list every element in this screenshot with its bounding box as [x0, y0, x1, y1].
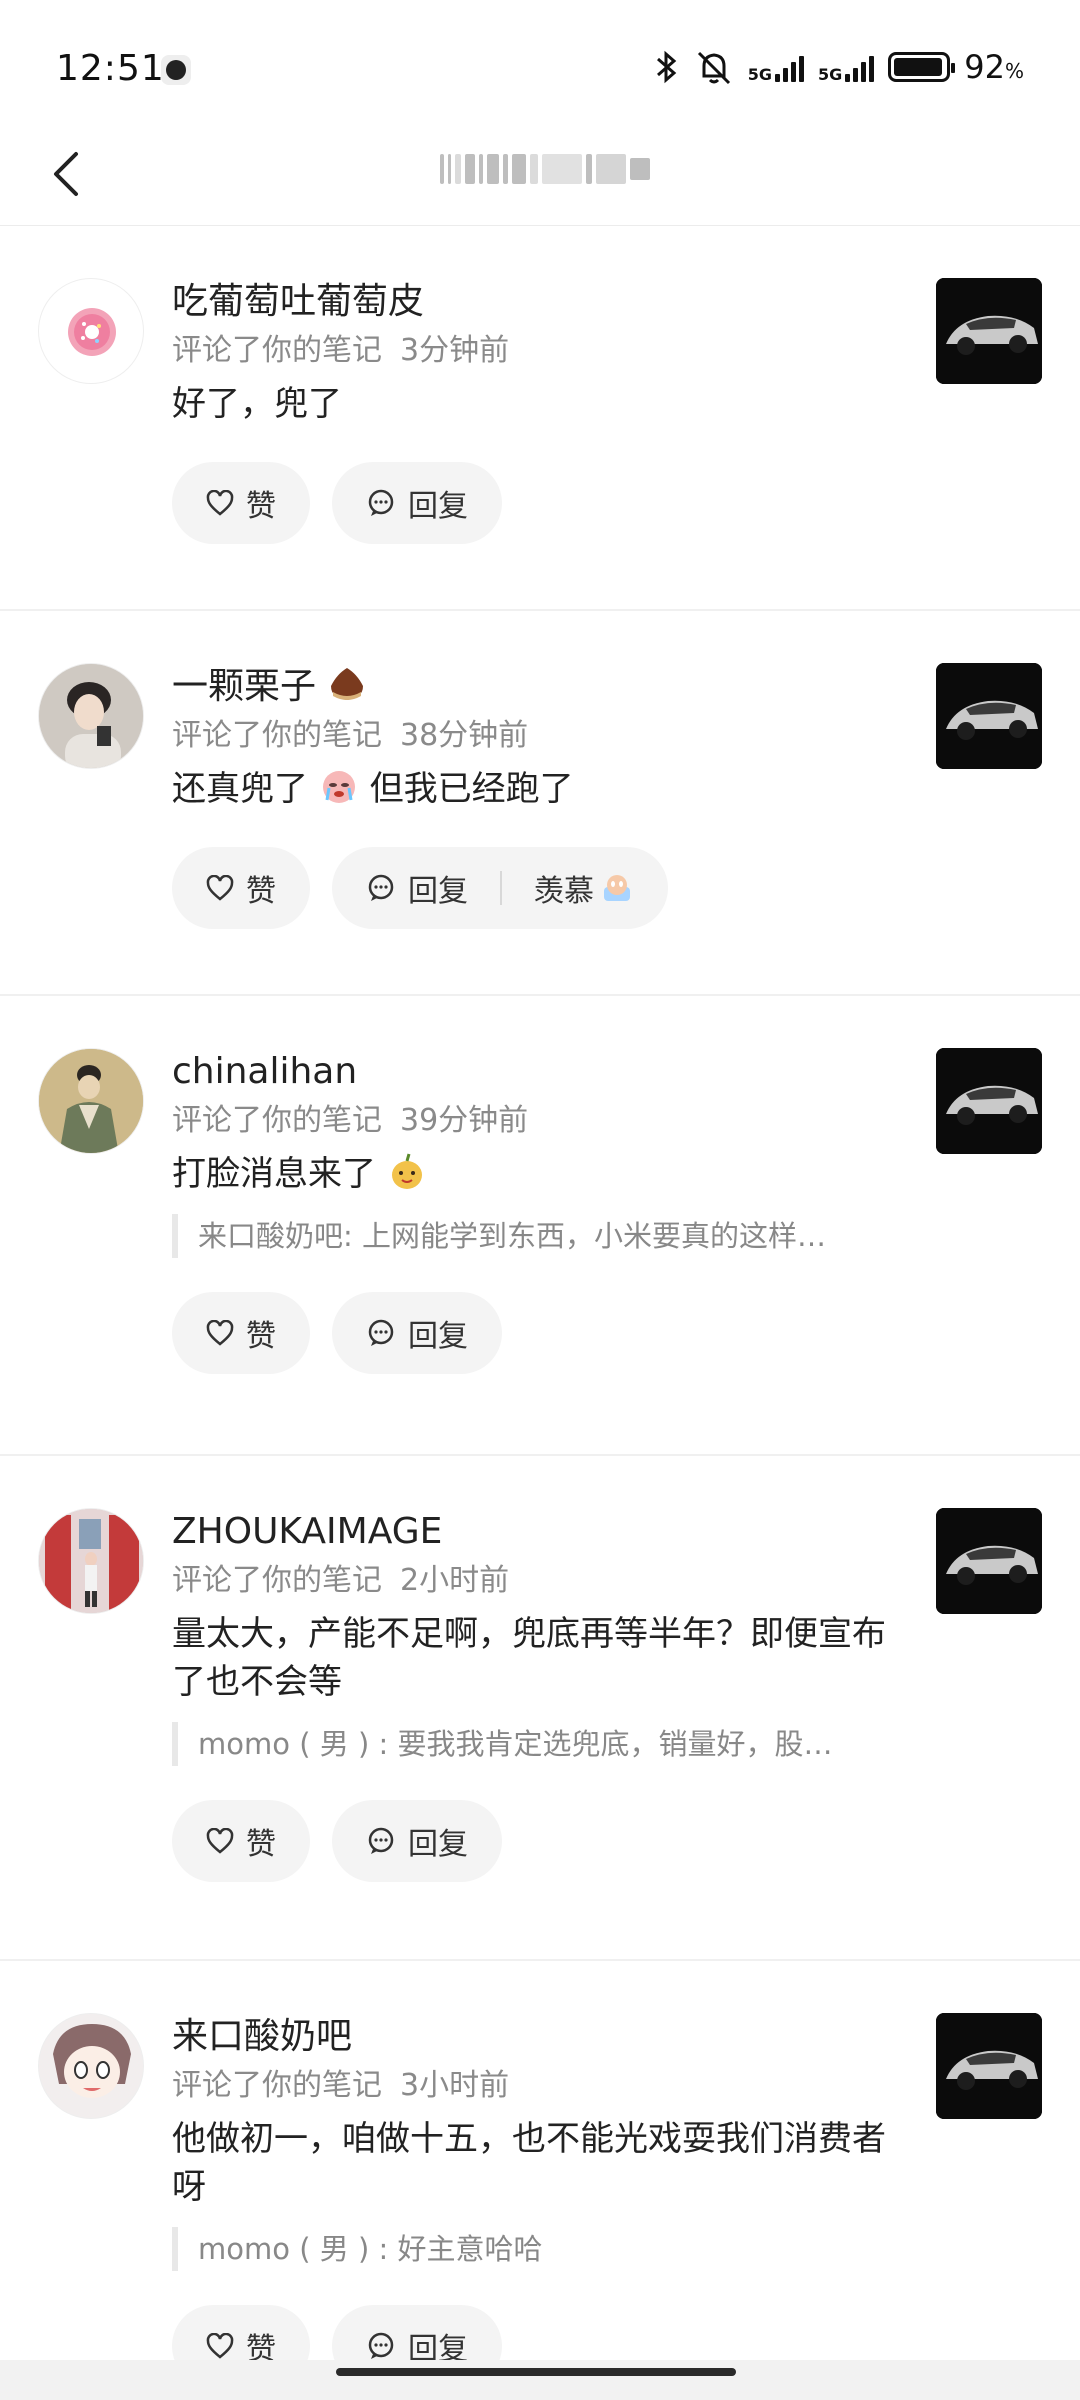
timestamp: 2小时前 [400, 1563, 510, 1598]
status-icons: 5G 5G 92% [654, 46, 1024, 88]
envy-button[interactable]: 羡慕 [534, 866, 634, 910]
like-button[interactable]: 赞 [172, 462, 310, 544]
envy-emoji-icon [604, 875, 630, 901]
timestamp: 3小时前 [400, 2068, 510, 2103]
chestnut-emoji-icon [331, 668, 364, 700]
meta-line: 评论了你的笔记 2小时前 [172, 1563, 510, 1598]
comment-text: 他做初一，咱做十五，也不能光戏耍我们消费者呀 [172, 2119, 886, 2207]
list-item[interactable]: ZHOUKAIMAGE 评论了你的笔记 2小时前 量太大，产能不足啊，兜底再等半年… [0, 1456, 1080, 1961]
status-time: 12:51 [56, 48, 165, 89]
comment-text: 还真兜了 但我已经跑了 [172, 765, 910, 813]
mute-bell-icon [697, 51, 730, 85]
chat-bubble-icon [368, 1827, 394, 1854]
signal-1: 5G [747, 52, 804, 84]
battery-icon [888, 52, 956, 82]
chat-bubble-icon [368, 489, 394, 516]
signal-2: 5G [818, 52, 875, 84]
like-button[interactable]: 赞 [172, 847, 310, 929]
heart-icon [206, 875, 234, 901]
network-type-1: 5G [747, 65, 772, 84]
like-button[interactable]: 赞 [172, 1292, 310, 1374]
action-row: 赞 回复 [172, 462, 910, 544]
action-row: 赞 回复 [172, 1800, 910, 1882]
list-item[interactable]: chinalihan 评论了你的笔记 39分钟前 打脸消息来了 来口酸奶吧: 上网… [0, 996, 1080, 1456]
meta-line: 评论了你的笔记 38分钟前 [172, 718, 529, 753]
list-item[interactable]: 吃葡萄吐葡萄皮 评论了你的笔记 3分钟前 好了，兜了 赞 回复 [0, 226, 1080, 611]
reply-button[interactable]: 回复 [366, 866, 468, 910]
heart-icon [206, 1320, 234, 1346]
timestamp: 38分钟前 [400, 718, 529, 753]
username[interactable]: chinalihan [172, 1048, 910, 1096]
heart-icon [206, 490, 234, 516]
timestamp: 3分钟前 [400, 333, 510, 368]
quoted-comment[interactable]: momo ( 男 ) : 要我我肯定选兜底，销量好，股… [172, 1722, 910, 1766]
pear-emoji-icon [391, 1153, 422, 1189]
network-type-2: 5G [818, 65, 843, 84]
crying-emoji-icon [322, 771, 355, 803]
chevron-left-icon [54, 152, 78, 196]
reply-button[interactable]: 回复 [332, 1292, 502, 1374]
username[interactable]: 吃葡萄吐葡萄皮 [172, 278, 910, 326]
nav-bar [0, 140, 1080, 226]
quoted-comment[interactable]: momo ( 男 ) : 好主意哈哈 [172, 2227, 910, 2271]
page-title-blurred [410, 148, 680, 190]
back-button[interactable] [40, 144, 100, 204]
reply-button[interactable]: 回复 [332, 462, 502, 544]
gesture-bar-background [0, 2360, 1080, 2400]
username[interactable]: 一颗栗子 [172, 663, 910, 711]
chat-bubble-icon [368, 1319, 394, 1346]
notification-dot-icon [161, 55, 191, 85]
meta-line: 评论了你的笔记 3小时前 [172, 2068, 510, 2103]
comment-text: 量太大，产能不足啊，兜底再等半年？即便宣布了也不会等 [172, 1614, 886, 1702]
timestamp: 39分钟前 [400, 1103, 529, 1138]
notification-list: 吃葡萄吐葡萄皮 评论了你的笔记 3分钟前 好了，兜了 赞 回复 一颗栗子 评论了… [0, 226, 1080, 2387]
meta-line: 评论了你的笔记 39分钟前 [172, 1103, 529, 1138]
reply-button[interactable]: 回复 [332, 1800, 502, 1882]
divider [500, 871, 502, 905]
quoted-comment[interactable]: 来口酸奶吧: 上网能学到东西，小米要真的这样… [172, 1214, 910, 1258]
username[interactable]: 来口酸奶吧 [172, 2013, 910, 2061]
chat-bubble-icon [368, 874, 394, 901]
heart-icon [206, 1828, 234, 1854]
chat-bubble-icon [368, 2332, 394, 2359]
list-item[interactable]: 一颗栗子 评论了你的笔记 38分钟前 还真兜了 但我已经跑了 赞 回复 羡慕 [0, 611, 1080, 996]
meta-line: 评论了你的笔记 3分钟前 [172, 333, 510, 368]
action-row: 赞 回复 [172, 1292, 910, 1374]
comment-text: 好了，兜了 [172, 384, 342, 424]
heart-icon [206, 2333, 234, 2359]
battery-text: 92% [964, 48, 1024, 86]
username[interactable]: ZHOUKAIMAGE [172, 1508, 910, 1556]
home-indicator[interactable] [336, 2368, 736, 2376]
like-button[interactable]: 赞 [172, 1800, 310, 1882]
reply-envy-group: 回复 羡慕 [332, 847, 668, 929]
list-item[interactable]: 来口酸奶吧 评论了你的笔记 3小时前 他做初一，咱做十五，也不能光戏耍我们消费者呀… [0, 1961, 1080, 2387]
comment-text: 打脸消息来了 [172, 1150, 910, 1198]
action-row: 赞 回复 羡慕 [172, 847, 910, 929]
bluetooth-icon [656, 50, 677, 84]
status-bar: 12:51 5G 5G 92% [0, 0, 1080, 140]
